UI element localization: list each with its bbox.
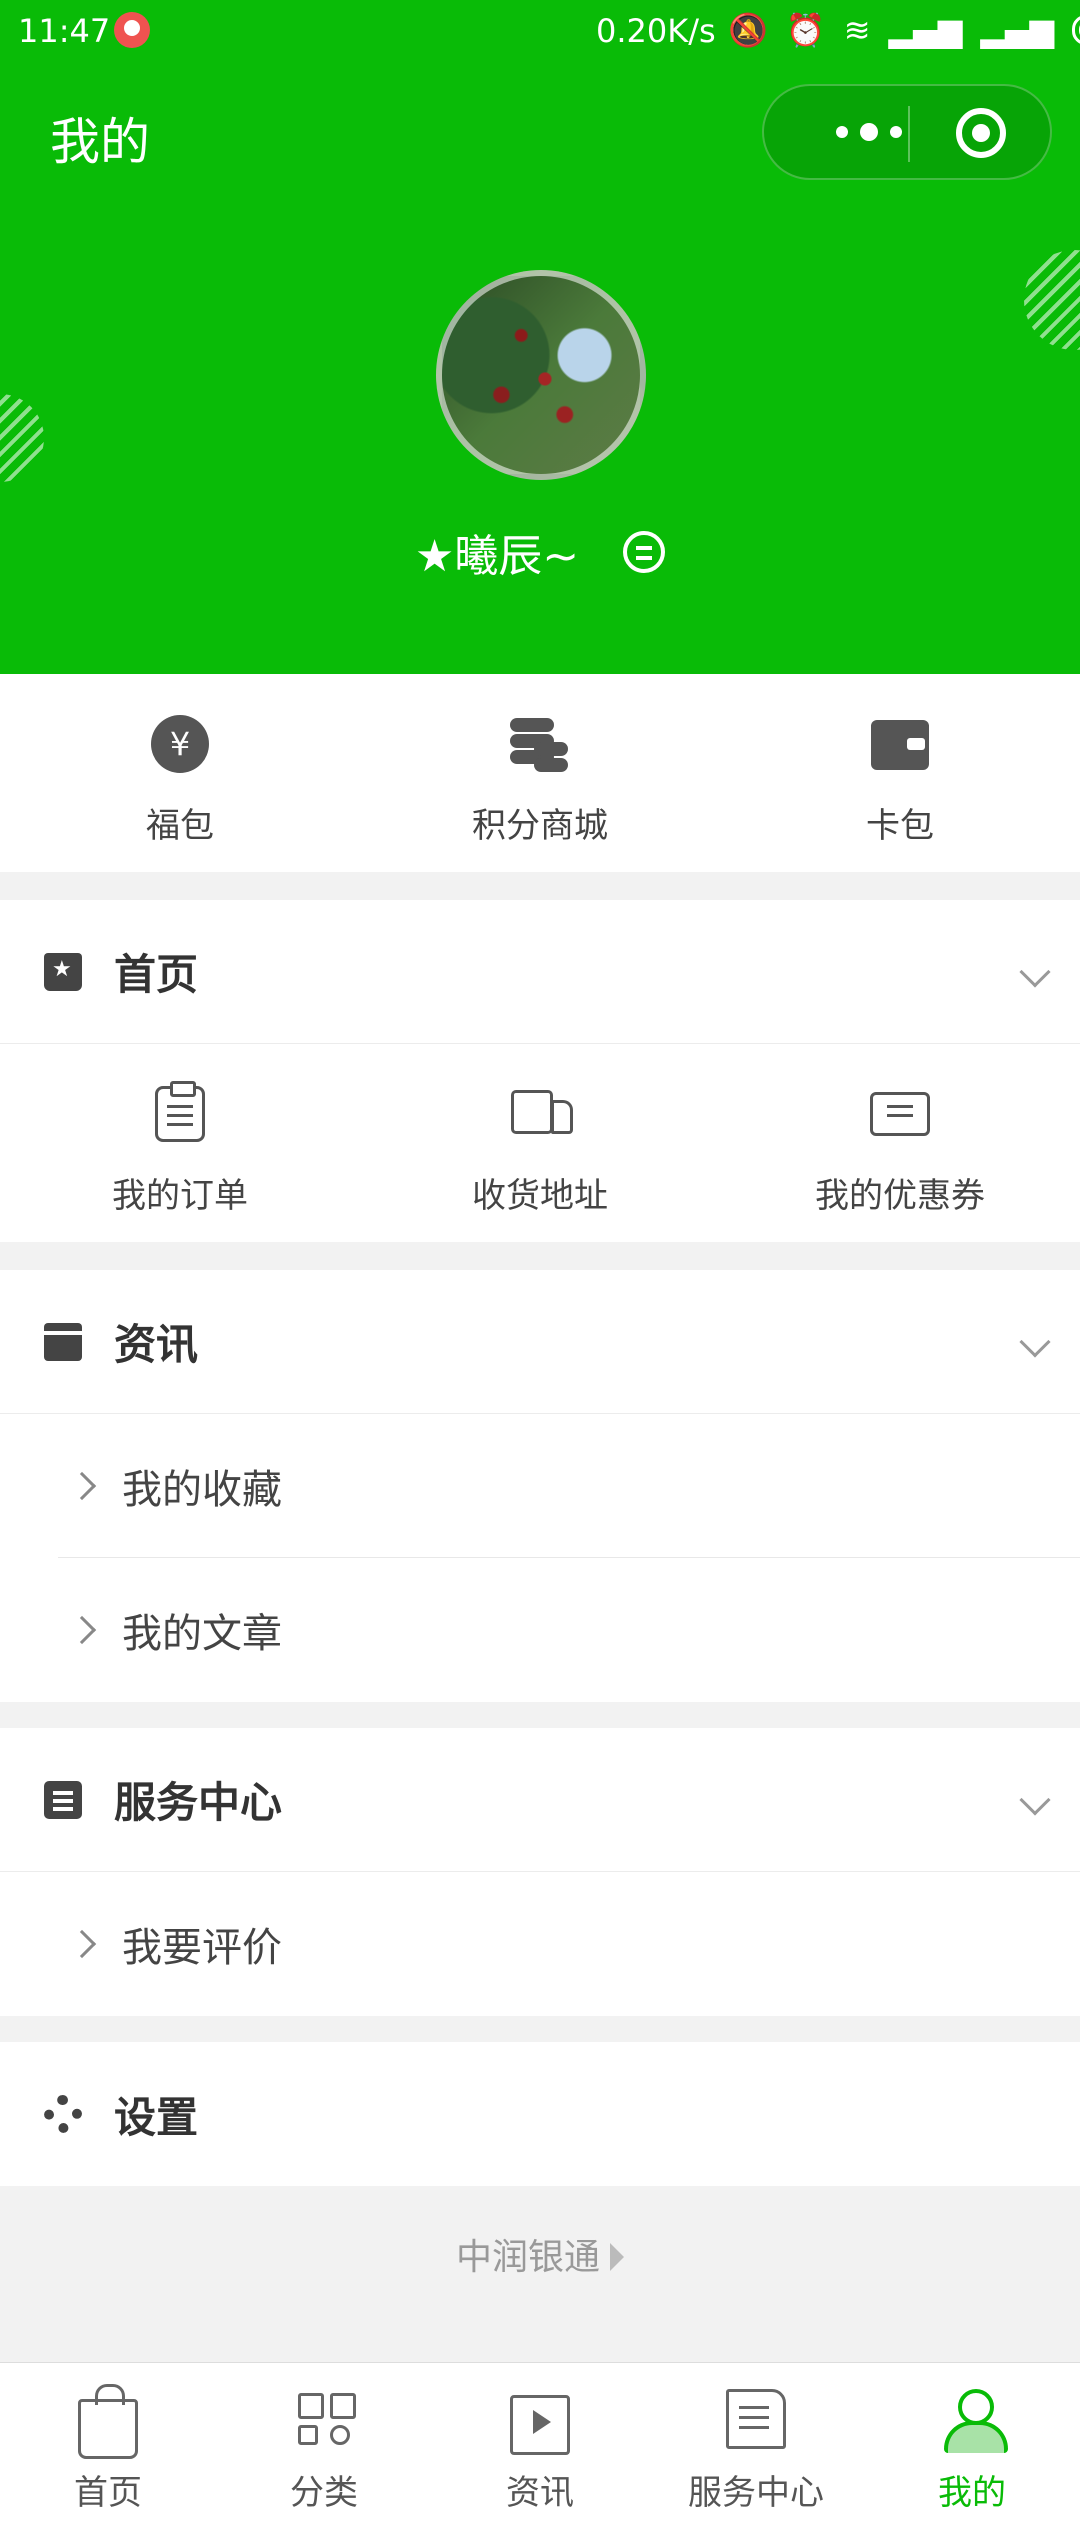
status-bar: 11:47 0.20K/s 🔕 ⏰ ≋ ▂▄▆ ▂▄▆ <box>0 0 1080 64</box>
tab-label: 首页 <box>74 2473 142 2513</box>
clipboard-icon <box>148 1081 212 1146</box>
chevron-down-icon <box>1019 1783 1051 1816</box>
close-miniprogram-icon[interactable] <box>956 108 1006 158</box>
page-title: 我的 <box>50 113 150 171</box>
shopping-bag-icon <box>44 952 82 991</box>
status-time: 11:47 <box>18 12 111 50</box>
film-board-icon <box>44 1322 82 1361</box>
brand-name: 中润银通 <box>455 2237 600 2278</box>
nickname: ★曦辰~ <box>414 531 580 582</box>
list-item-articles[interactable]: 我的文章 <box>0 1558 1080 1702</box>
chevron-right-icon <box>67 1929 97 1959</box>
profile-header: 11:47 0.20K/s 🔕 ⏰ ≋ ▂▄▆ ▂▄▆ 我的 ★曦辰~ <box>0 0 1080 674</box>
user-icon <box>942 2389 1008 2453</box>
section-title: 首页 <box>114 950 199 999</box>
tab-news[interactable]: 资讯 <box>432 2363 648 2526</box>
miniprogram-capsule <box>762 84 1052 180</box>
decorative-circle-left <box>0 394 44 482</box>
caret-right-icon <box>610 2243 624 2271</box>
shipping-address-item[interactable]: 收货地址 <box>360 1044 720 1242</box>
quick-action-fubao[interactable]: ¥ 福包 <box>0 674 360 872</box>
battery-icon <box>1072 15 1080 45</box>
truck-icon <box>508 1082 573 1146</box>
list-item-review[interactable]: 我要评价 <box>0 1872 1080 2016</box>
network-speed: 0.20K/s <box>596 12 716 50</box>
section-title: 服务中心 <box>114 1778 283 1827</box>
section-header-settings[interactable]: 设置 <box>0 2042 1080 2186</box>
wifi-icon: ≋ <box>843 11 871 49</box>
switch-account-icon[interactable] <box>623 531 666 573</box>
decorative-circle-right <box>1024 250 1080 350</box>
more-options-icon[interactable] <box>804 86 934 178</box>
signal-icon-2: ▂▄▆ <box>980 11 1055 49</box>
quick-action-label: 卡包 <box>866 806 934 846</box>
capsule-divider <box>908 106 910 162</box>
notification-badge-icon <box>114 12 150 48</box>
quick-action-label: 积分商城 <box>472 806 608 846</box>
list-item-favorites[interactable]: 我的收藏 <box>0 1414 1080 1558</box>
my-orders-item[interactable]: 我的订单 <box>0 1044 360 1242</box>
wallet-icon <box>868 712 932 776</box>
grid-item-label: 我的订单 <box>112 1176 248 1216</box>
gear-icon <box>44 2095 82 2133</box>
list-item-label: 我的文章 <box>122 1611 282 1657</box>
list-item-label: 我要评价 <box>122 1925 282 1971</box>
section-header-news[interactable]: 资讯 <box>0 1270 1080 1414</box>
grid-item-label: 收货地址 <box>472 1176 608 1216</box>
chevron-right-icon <box>67 1471 97 1501</box>
coin-stack-icon <box>508 712 572 776</box>
section-title: 设置 <box>114 2092 199 2142</box>
tab-mine[interactable]: 我的 <box>864 2363 1080 2526</box>
notes-icon <box>726 2389 786 2449</box>
tab-label: 服务中心 <box>688 2473 824 2513</box>
shopping-bag-icon <box>78 2384 138 2459</box>
list-item-label: 我的收藏 <box>122 1467 282 1513</box>
tab-home[interactable]: 首页 <box>0 2363 216 2526</box>
avatar[interactable] <box>436 270 646 480</box>
nickname-row: ★曦辰~ <box>0 520 1080 584</box>
alarm-icon: ⏰ <box>785 11 826 49</box>
yen-coin-icon: ¥ <box>148 712 212 776</box>
section-header-service[interactable]: 服务中心 <box>0 1728 1080 1872</box>
video-play-icon <box>510 2395 570 2455</box>
tab-category[interactable]: 分类 <box>216 2363 432 2526</box>
signal-icon: ▂▄▆ <box>888 11 963 49</box>
quick-action-points-mall[interactable]: 积分商城 <box>360 674 720 872</box>
document-icon <box>44 1780 82 1819</box>
quick-action-label: 福包 <box>146 806 214 846</box>
quick-action-card-wallet[interactable]: 卡包 <box>720 674 1080 872</box>
grid-item-label: 我的优惠券 <box>815 1176 985 1216</box>
quick-actions: ¥ 福包 积分商城 卡包 <box>0 674 1080 872</box>
category-grid-icon <box>294 2389 356 2449</box>
chevron-down-icon <box>1019 955 1051 988</box>
chevron-right-icon <box>67 1615 97 1645</box>
tab-bar: 首页 分类 资讯 服务中心 我的 <box>0 2362 1080 2526</box>
home-sub-grid: 我的订单 收货地址 我的优惠券 <box>0 1044 1080 1242</box>
my-coupons-item[interactable]: 我的优惠券 <box>720 1044 1080 1242</box>
section-title: 资讯 <box>114 1320 199 1369</box>
section-header-home[interactable]: 首页 <box>0 900 1080 1044</box>
chevron-down-icon <box>1019 1325 1051 1358</box>
status-icons: 🔕 ⏰ ≋ ▂▄▆ ▂▄▆ <box>728 11 1080 49</box>
tab-label: 资讯 <box>506 2473 574 2513</box>
tab-label: 分类 <box>290 2473 358 2513</box>
ticket-icon <box>868 1082 932 1146</box>
footer-brand[interactable]: 中润银通 <box>0 2228 1080 2280</box>
mute-bell-icon: 🔕 <box>728 11 768 49</box>
tab-service-center[interactable]: 服务中心 <box>648 2363 864 2526</box>
tab-label: 我的 <box>938 2473 1006 2513</box>
